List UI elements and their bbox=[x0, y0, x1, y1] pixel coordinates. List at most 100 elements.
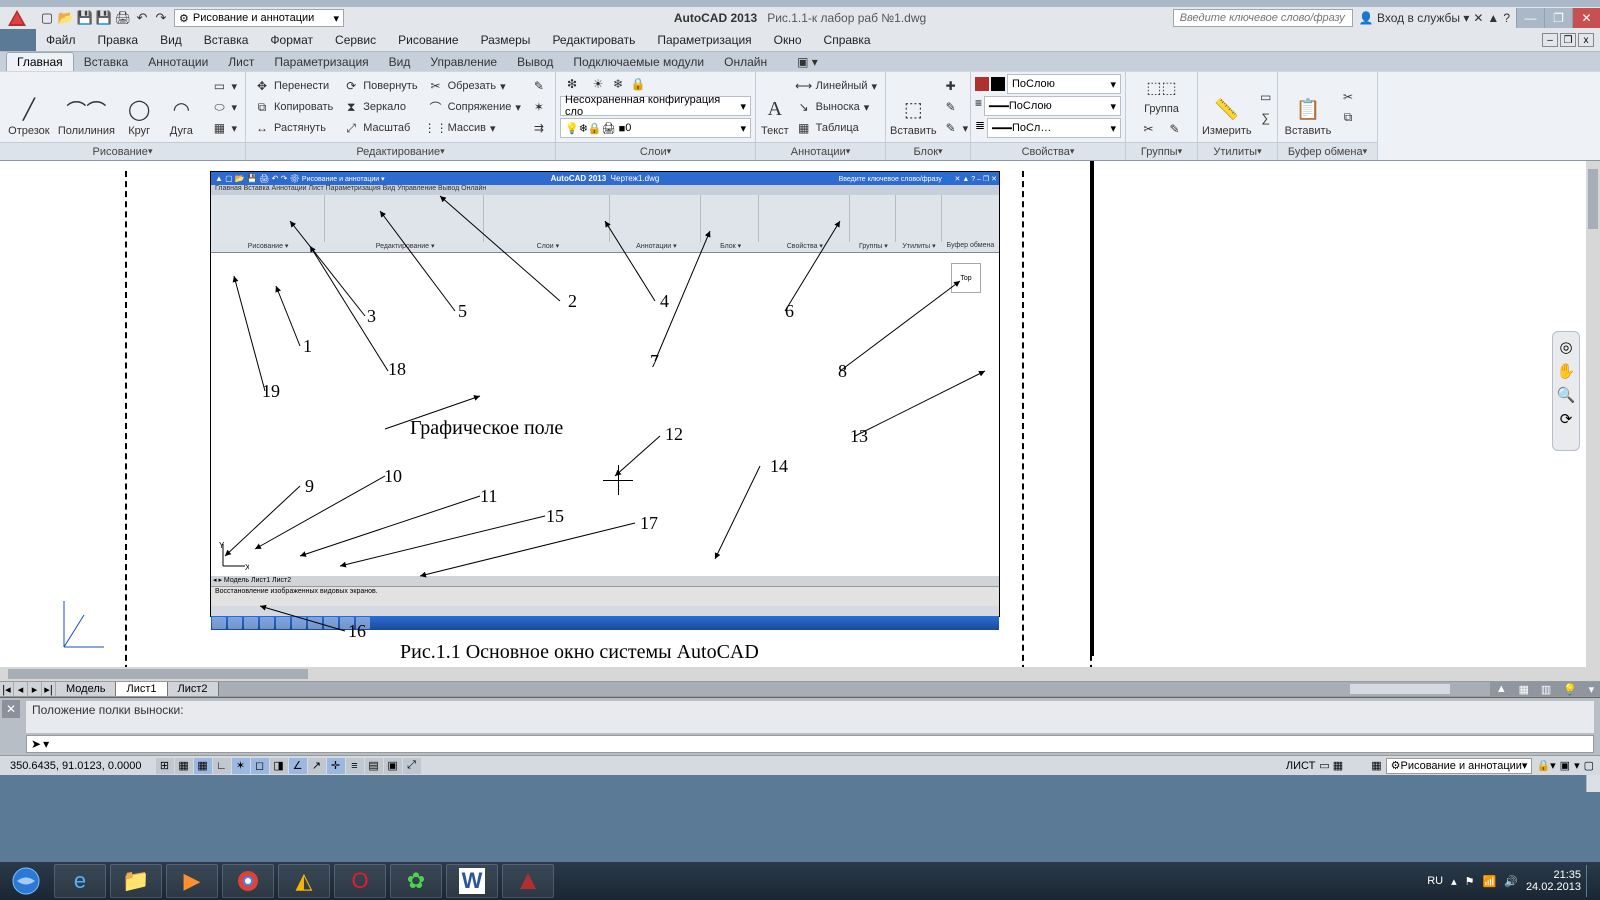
rectangle-button[interactable]: ▭▾ bbox=[207, 76, 241, 96]
drawing-area[interactable]: ▲ ▢ 📂 💾 🖨 ↶ ↷ ⚙ Рисование и аннотации ▾ … bbox=[0, 161, 1600, 681]
infocenter-search[interactable] bbox=[1173, 9, 1353, 27]
lineweight-dropdown[interactable]: ━━━ ПоСлою▾ bbox=[984, 96, 1121, 116]
show-desktop-button[interactable] bbox=[1586, 865, 1594, 897]
menu-draw[interactable]: Рисование bbox=[388, 33, 468, 47]
paste-button[interactable]: 📋Вставить bbox=[1282, 77, 1334, 137]
measure-button[interactable]: 📏Измерить bbox=[1202, 77, 1252, 137]
menu-file[interactable]: Файл bbox=[36, 33, 86, 47]
quickview-layouts-icon[interactable]: ▦ bbox=[1519, 683, 1529, 696]
qat-undo-icon[interactable]: ↶ bbox=[133, 10, 151, 26]
tab-view[interactable]: Вид bbox=[379, 53, 421, 71]
block-attr-button[interactable]: ✎▾ bbox=[939, 118, 973, 138]
tray-lang[interactable]: RU bbox=[1424, 875, 1446, 887]
arc-button[interactable]: ◠Дуга bbox=[161, 77, 201, 137]
line-button[interactable]: ╱Отрезок bbox=[4, 77, 54, 137]
panel-clipboard-title[interactable]: Буфер обмена bbox=[1278, 142, 1377, 160]
tpy-toggle[interactable]: ▤ bbox=[365, 758, 383, 774]
linetype-dropdown[interactable]: ━━━ ПоСл…▾ bbox=[987, 118, 1121, 138]
edit-block-button[interactable]: ✎ bbox=[939, 97, 973, 117]
tray-show-hidden-icon[interactable]: ▴ bbox=[1448, 875, 1460, 888]
menu-tools[interactable]: Сервис bbox=[325, 33, 386, 47]
qp-toggle[interactable]: ▣ bbox=[384, 758, 402, 774]
mdi-minimize[interactable]: – bbox=[1542, 33, 1558, 47]
tab-manage[interactable]: Управление bbox=[420, 53, 507, 71]
nav-zoom-icon[interactable]: 🔍 bbox=[1557, 386, 1576, 404]
nav-pan-icon[interactable]: ✋ bbox=[1557, 362, 1576, 380]
polar-toggle[interactable]: ✶ bbox=[232, 758, 250, 774]
panel-utilities-title[interactable]: Утилиты bbox=[1198, 142, 1277, 160]
osnap-toggle[interactable]: ◻ bbox=[251, 758, 269, 774]
menu-view[interactable]: Вид bbox=[150, 33, 192, 47]
panel-properties-title[interactable]: Свойства bbox=[971, 142, 1125, 160]
qat-new-icon[interactable]: ▢ bbox=[38, 10, 56, 26]
scale-button[interactable]: ⤢Масштаб bbox=[339, 118, 421, 138]
vertical-scrollbar[interactable] bbox=[1586, 161, 1600, 681]
copy-button[interactable]: ⧉Копировать bbox=[250, 97, 337, 117]
tray-clock[interactable]: 21:3524.02.2013 bbox=[1523, 869, 1584, 893]
erase-button[interactable]: ✎ bbox=[527, 76, 551, 96]
tabnav-last[interactable]: ▸| bbox=[42, 682, 56, 696]
taskbar-aimp-icon[interactable]: ◭ bbox=[278, 864, 330, 898]
hardware-accel-icon[interactable]: ▣ bbox=[1560, 759, 1570, 772]
maximize-button[interactable]: ❐ bbox=[1544, 8, 1572, 28]
quickcalc-button[interactable]: ∑ bbox=[1254, 108, 1278, 128]
isolate-icon[interactable]: ▾ bbox=[1574, 759, 1580, 772]
tab-model[interactable]: Модель bbox=[56, 682, 116, 696]
taskbar-icq-icon[interactable]: ✿ bbox=[390, 864, 442, 898]
table-button[interactable]: ▦Таблица bbox=[792, 118, 881, 138]
group-edit-button[interactable]: ✎ bbox=[1163, 119, 1187, 139]
annotation-scale-icon[interactable]: 💡 bbox=[1563, 683, 1577, 696]
group-button[interactable]: ⬚⬚Группа bbox=[1140, 75, 1184, 115]
ellipse-button[interactable]: ⬭▾ bbox=[207, 97, 241, 117]
tab-sheet2[interactable]: Лист2 bbox=[168, 682, 219, 696]
cleanscreen-icon[interactable]: ▢ bbox=[1584, 759, 1594, 772]
create-block-button[interactable]: ✚ bbox=[939, 76, 973, 96]
cut-button[interactable]: ✂ bbox=[1336, 87, 1360, 107]
ungroup-button[interactable]: ✂ bbox=[1137, 119, 1161, 139]
menu-edit[interactable]: Правка bbox=[88, 33, 149, 47]
infer-toggle[interactable]: ⊞ bbox=[156, 758, 174, 774]
ortho-toggle[interactable]: ∟ bbox=[213, 758, 231, 774]
tab-online[interactable]: Онлайн bbox=[714, 53, 777, 71]
paper-toggle[interactable]: ▭ ▦ bbox=[1319, 759, 1343, 772]
command-input[interactable]: ➤ ▾ bbox=[26, 735, 1594, 753]
tab-layout[interactable]: Лист bbox=[218, 53, 264, 71]
cmdline-close-icon[interactable]: ✕ bbox=[2, 700, 20, 718]
menu-window[interactable]: Окно bbox=[764, 33, 812, 47]
tab-sheet1[interactable]: Лист1 bbox=[116, 682, 167, 696]
panel-modify-title[interactable]: Редактирование bbox=[246, 142, 555, 160]
taskbar-word-icon[interactable]: W bbox=[446, 864, 498, 898]
start-button[interactable] bbox=[0, 862, 52, 900]
lwt-toggle[interactable]: ≡ bbox=[346, 758, 364, 774]
grid-toggle[interactable]: ▦ bbox=[194, 758, 212, 774]
annotation-monitor-icon[interactable]: ▲ bbox=[1496, 683, 1507, 695]
panel-annotation-title[interactable]: Аннотации bbox=[756, 142, 885, 160]
qat-save-icon[interactable]: 💾 bbox=[76, 10, 94, 26]
tabnav-next[interactable]: ▸ bbox=[28, 682, 42, 696]
panel-block-title[interactable]: Блок bbox=[886, 142, 970, 160]
tray-volume-icon[interactable]: 🔊 bbox=[1501, 875, 1521, 888]
layer-dropdown[interactable]: 💡❄🔒🖨 ■ 0▾ bbox=[560, 118, 751, 138]
workspace-status-dropdown[interactable]: ⚙ Рисование и аннотации ▾ bbox=[1386, 758, 1533, 774]
leader-button[interactable]: ↘Выноска ▾ bbox=[792, 97, 881, 117]
tab-home[interactable]: Главная bbox=[6, 52, 74, 71]
taskbar-autocad-icon[interactable] bbox=[502, 864, 554, 898]
workspace-dropdown[interactable]: ⚙Рисование и аннотации▾ bbox=[174, 9, 344, 27]
polyline-button[interactable]: ⌒⌒Полилиния bbox=[56, 77, 117, 137]
lock-ui-icon[interactable]: 🔒▾ bbox=[1536, 759, 1555, 772]
copy-clip-button[interactable]: ⧉ bbox=[1336, 108, 1360, 128]
menu-dimension[interactable]: Размеры bbox=[471, 33, 541, 47]
dyn-toggle[interactable]: ✛ bbox=[327, 758, 345, 774]
sc-toggle[interactable]: ⤢ bbox=[403, 758, 421, 774]
tab-annotate[interactable]: Аннотации bbox=[138, 53, 218, 71]
minimize-button[interactable]: — bbox=[1516, 8, 1544, 28]
snap-toggle[interactable]: ▦ bbox=[175, 758, 193, 774]
taskbar-chrome-icon[interactable] bbox=[222, 864, 274, 898]
explode-button[interactable]: ✶ bbox=[527, 97, 551, 117]
tab-output[interactable]: Вывод bbox=[507, 53, 563, 71]
exchange-icon[interactable]: ✕ bbox=[1473, 11, 1483, 25]
navigation-bar[interactable]: ◎ ✋ 🔍 ⟳ bbox=[1552, 331, 1580, 451]
stayconnected-icon[interactable]: ▲ bbox=[1487, 11, 1499, 25]
select-button[interactable]: ▭ bbox=[1254, 87, 1278, 107]
fillet-button[interactable]: ⌒Сопряжение ▾ bbox=[424, 97, 525, 117]
